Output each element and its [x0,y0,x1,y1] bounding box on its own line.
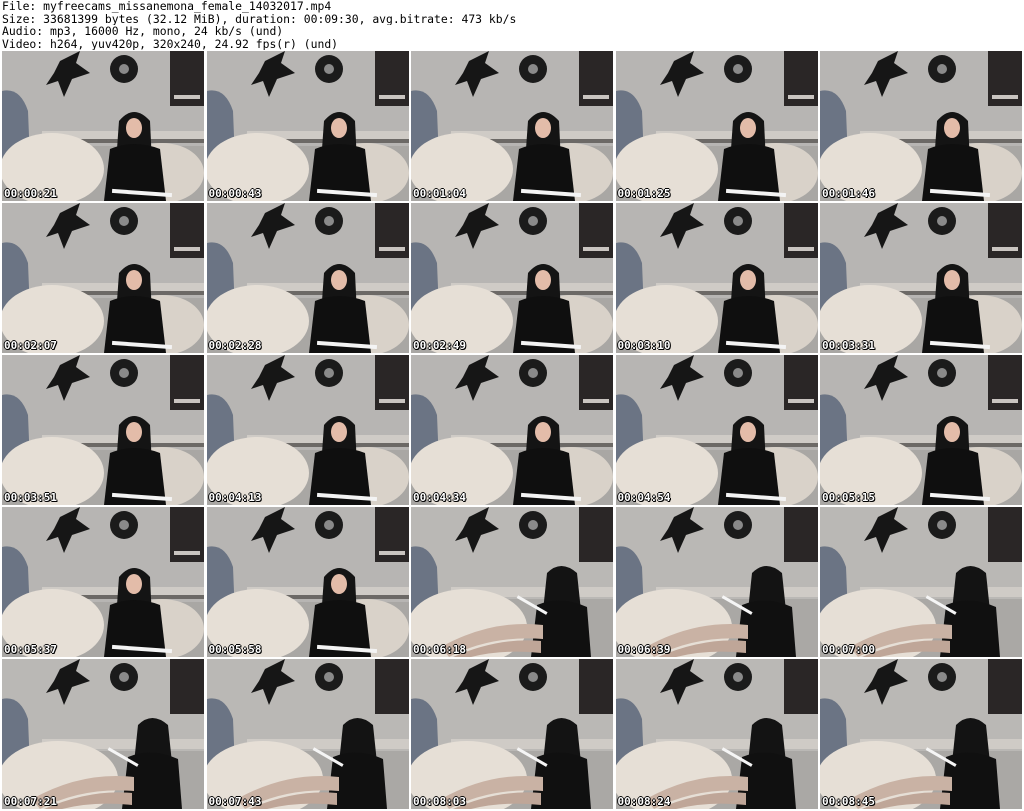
thumbnail-frame-image [615,507,818,657]
thumbnail-timestamp: 00:08:24 [617,795,671,808]
video-thumbnail: 00:04:34 [411,355,613,505]
thumbnail-timestamp: 00:03:51 [4,491,57,504]
thumbnail-frame-image [820,51,1022,201]
thumbnail-frame-image [2,51,204,201]
thumbnail-frame-image [820,355,1022,505]
video-thumbnail: 00:08:24 [615,659,818,809]
thumbnail-timestamp: 00:05:37 [4,643,57,656]
thumbnail-timestamp: 00:05:15 [822,491,875,504]
video-thumbnail: 00:05:37 [2,507,204,657]
thumbnail-frame-image [411,203,613,353]
audio-info-line: Audio: mp3, 16000 Hz, mono, 24 kb/s (und… [2,25,284,38]
thumbnail-timestamp: 00:08:45 [822,795,875,808]
thumbnail-timestamp: 00:07:43 [208,795,262,808]
thumbnail-timestamp: 00:07:00 [822,643,875,656]
thumbnail-frame-image [615,203,818,353]
thumbnail-frame-image [820,507,1022,657]
thumbnail-frame-image [206,51,409,201]
thumbnail-timestamp: 00:07:21 [4,795,57,808]
thumbnail-frame-image [2,355,204,505]
thumbnail-timestamp: 00:01:04 [413,187,466,200]
video-thumbnail: 00:00:43 [206,51,409,201]
thumbnail-timestamp: 00:01:46 [822,187,875,200]
file-size-line: Size: 33681399 bytes (32.12 MiB), durati… [2,12,517,25]
file-name-line: File: myfreecams_missanemona_female_1403… [2,0,332,13]
video-thumbnail: 00:05:15 [820,355,1022,505]
thumbnail-frame-image [820,203,1022,353]
video-thumbnail: 00:07:00 [820,507,1022,657]
video-thumbnail: 00:01:46 [820,51,1022,201]
video-info-line: Video: h264, yuv420p, 320x240, 24.92 fps… [2,37,339,50]
video-thumbnail: 00:07:21 [2,659,204,809]
thumbnail-grid: 00:00:21 00:00:43 00:01:04 00:01:25 00:0… [2,51,1022,810]
thumbnail-timestamp: 00:02:49 [413,339,466,352]
video-thumbnail: 00:02:28 [206,203,409,353]
video-thumbnail: 00:08:03 [411,659,613,809]
thumbnail-timestamp: 00:05:58 [208,643,262,656]
thumbnail-timestamp: 00:06:39 [617,643,671,656]
thumbnail-timestamp: 00:04:13 [208,491,262,504]
thumbnail-timestamp: 00:04:54 [617,491,671,504]
thumbnail-timestamp: 00:01:25 [617,187,671,200]
thumbnail-frame-image [206,355,409,505]
thumbnail-frame-image [615,51,818,201]
thumbnail-timestamp: 00:02:07 [4,339,57,352]
video-thumbnail: 00:00:21 [2,51,204,201]
thumbnail-timestamp: 00:03:31 [822,339,875,352]
thumbnail-timestamp: 00:08:03 [413,795,466,808]
video-thumbnail: 00:01:04 [411,51,613,201]
file-info-header: File: myfreecams_missanemona_female_1403… [2,0,1022,50]
video-thumbnail: 00:03:10 [615,203,818,353]
video-thumbnail: 00:07:43 [206,659,409,809]
thumbnail-frame-image [411,507,613,657]
thumbnail-frame-image [615,355,818,505]
video-thumbnail: 00:08:45 [820,659,1022,809]
thumbnail-frame-image [411,355,613,505]
video-thumbnail: 00:04:54 [615,355,818,505]
thumbnail-timestamp: 00:00:21 [4,187,57,200]
thumbnail-timestamp: 00:04:34 [413,491,466,504]
video-thumbnail: 00:03:31 [820,203,1022,353]
video-thumbnail: 00:04:13 [206,355,409,505]
video-thumbnail: 00:02:49 [411,203,613,353]
thumbnail-timestamp: 00:06:18 [413,643,466,656]
video-thumbnail: 00:02:07 [2,203,204,353]
thumbnail-frame-image [820,659,1022,809]
thumbnail-frame-image [411,659,613,809]
thumbnail-frame-image [206,203,409,353]
thumbnail-frame-image [206,659,409,809]
video-thumbnail: 00:03:51 [2,355,204,505]
video-thumbnail: 00:05:58 [206,507,409,657]
thumbnail-timestamp: 00:03:10 [617,339,671,352]
thumbnail-frame-image [2,203,204,353]
thumbnail-frame-image [2,659,204,809]
thumbnail-timestamp: 00:00:43 [208,187,262,200]
thumbnail-timestamp: 00:02:28 [208,339,262,352]
thumbnail-frame-image [411,51,613,201]
thumbnail-frame-image [2,507,204,657]
thumbnail-frame-image [615,659,818,809]
thumbnail-frame-image [206,507,409,657]
video-thumbnail: 00:06:18 [411,507,613,657]
video-thumbnail: 00:01:25 [615,51,818,201]
video-thumbnail: 00:06:39 [615,507,818,657]
